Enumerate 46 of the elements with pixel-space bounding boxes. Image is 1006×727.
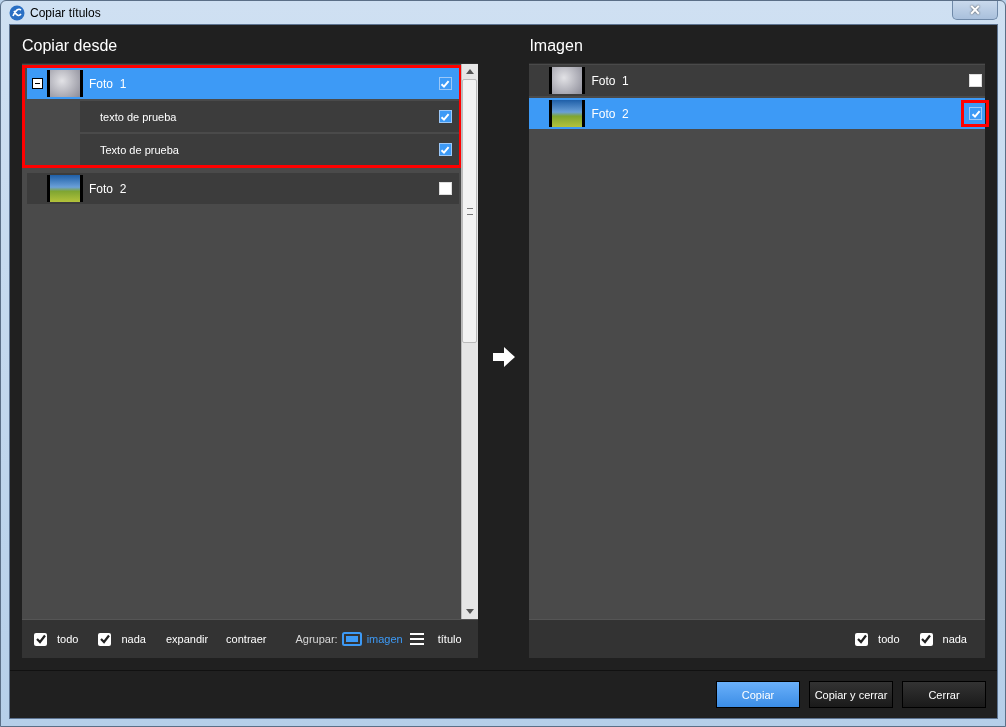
scrollbar[interactable] (460, 64, 478, 619)
text-link[interactable]: contraer (226, 633, 267, 645)
photo-placeholder (549, 67, 586, 94)
checkbox-label[interactable]: todo (878, 633, 900, 645)
photo-placeholder (549, 100, 586, 127)
image-view-icon (341, 632, 362, 646)
scroll-up-icon[interactable] (465, 69, 474, 74)
checkbox[interactable] (438, 182, 452, 195)
panel-title: Copiar desde (22, 36, 119, 56)
checkbox[interactable] (438, 77, 452, 90)
group-label: Agrupar: (295, 633, 338, 645)
checkbox-label[interactable]: todo (57, 633, 79, 645)
list-icon (408, 632, 425, 646)
scroll-down-icon[interactable] (465, 609, 474, 614)
image-row[interactable]: Foto 1 (529, 65, 985, 96)
photo-placeholder (47, 175, 83, 202)
checkbox[interactable] (969, 107, 982, 120)
group-option[interactable]: imagen (341, 632, 403, 646)
collapse-icon[interactable] (31, 78, 43, 89)
checkbox[interactable] (855, 632, 869, 646)
right-arrow-icon (491, 345, 516, 368)
panel-title: Imagen (529, 36, 584, 56)
group-option[interactable]: título (408, 632, 462, 646)
photo-label: Foto 2 (590, 106, 630, 121)
dialog-button[interactable]: Copiar y cerrar (809, 681, 893, 708)
photo-label: Foto 2 (88, 181, 128, 196)
app-logo-icon (9, 4, 25, 21)
checkbox[interactable] (919, 632, 933, 646)
photo-label: Foto 1 (590, 73, 630, 88)
tree-child-row[interactable]: texto de prueba (80, 101, 459, 132)
checkbox-label[interactable]: nada (121, 633, 146, 645)
checkbox[interactable] (438, 143, 452, 156)
text-link[interactable]: expandir (165, 633, 209, 645)
dialog-button[interactable]: Cerrar (902, 681, 986, 708)
checkbox[interactable] (34, 632, 47, 646)
window-title: Copiar títulos (30, 5, 101, 20)
checkbox-label[interactable]: nada (942, 633, 967, 645)
title-label: texto de prueba (99, 110, 178, 123)
checkbox[interactable] (969, 74, 982, 87)
tree-child-row[interactable]: Texto de prueba (80, 134, 459, 165)
photo-placeholder (47, 70, 83, 97)
photo-label: Foto 1 (88, 76, 128, 91)
title-label: Texto de prueba (99, 143, 180, 156)
tree-row[interactable]: Foto 2 (27, 173, 459, 204)
checkbox[interactable] (438, 110, 452, 123)
checkbox[interactable] (98, 632, 112, 646)
